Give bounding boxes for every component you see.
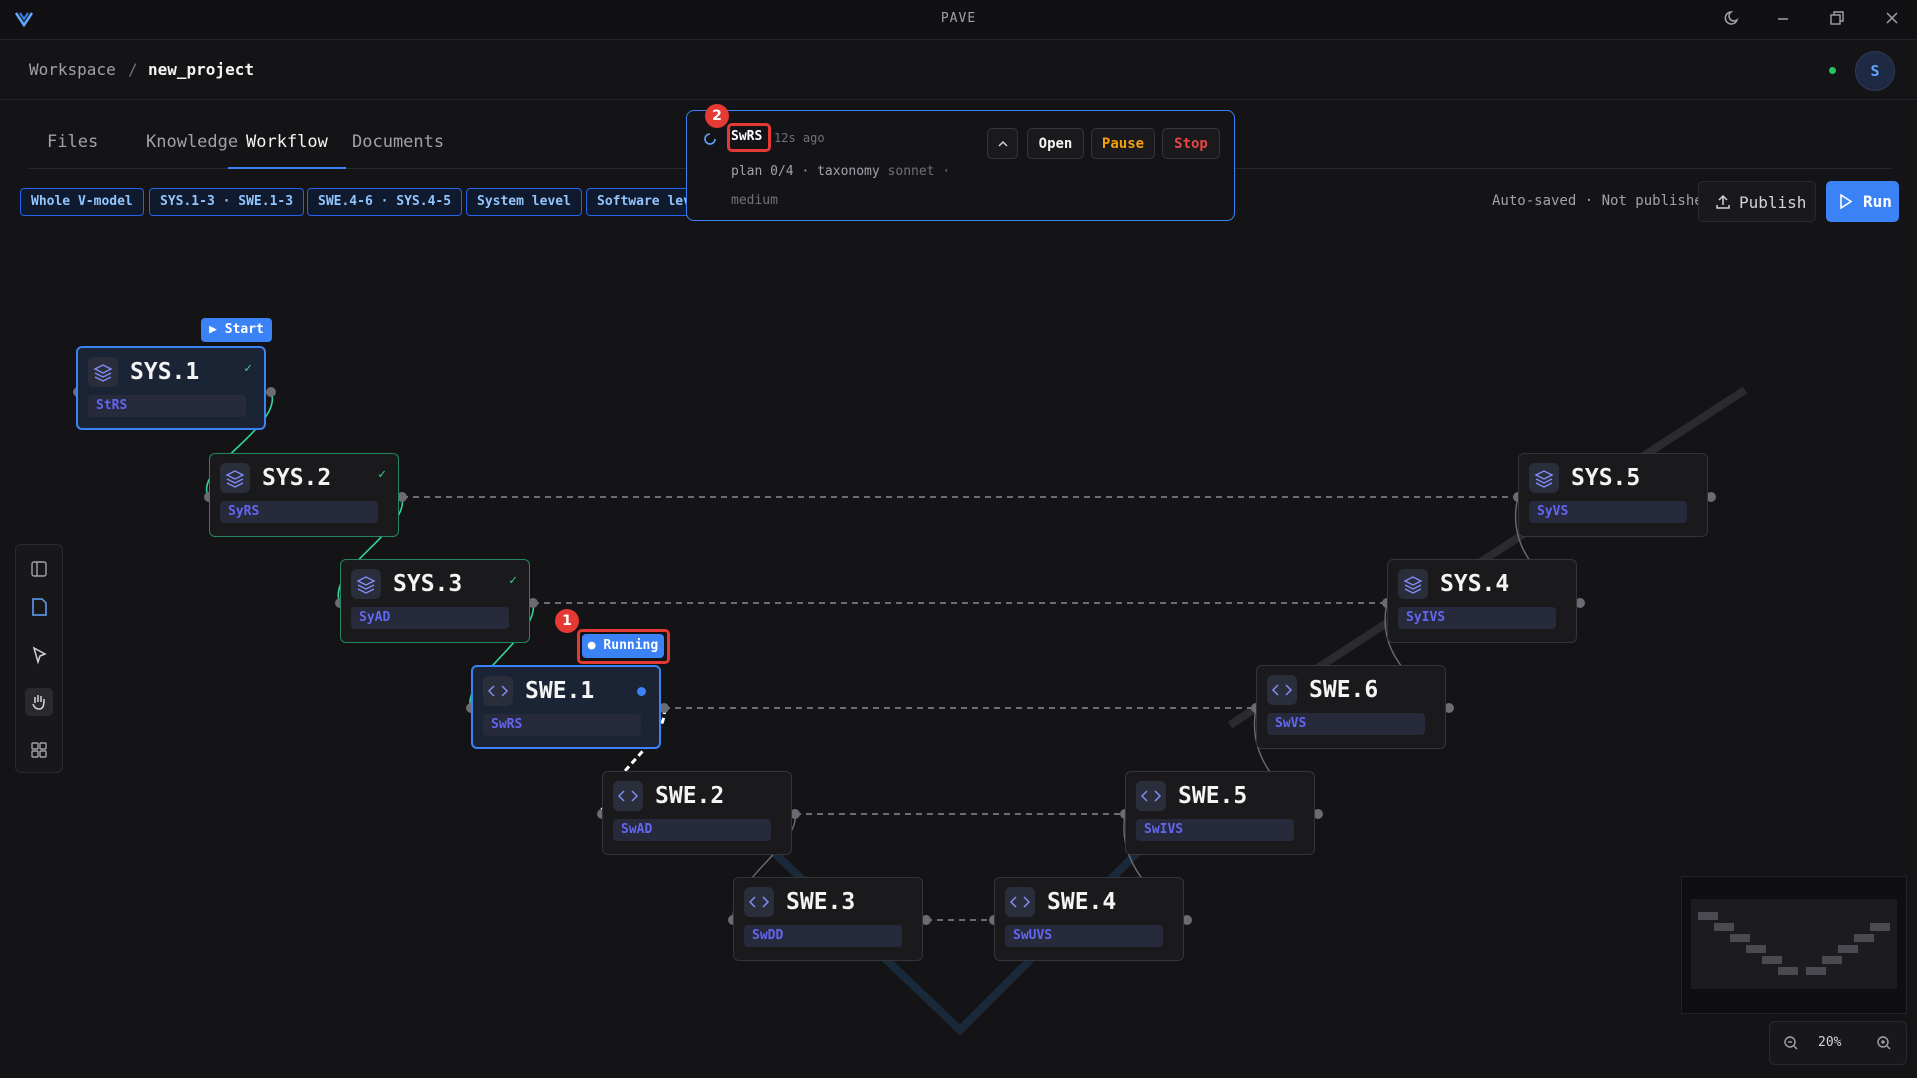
code-icon: [1267, 675, 1297, 705]
node-name: SWE.3: [786, 889, 856, 915]
hand-tool-button[interactable]: [25, 688, 53, 716]
node-artifact: StRS: [88, 395, 246, 417]
node-artifact: SyIVS: [1398, 607, 1556, 629]
node-swe2[interactable]: SWE.2 SwAD: [602, 771, 792, 855]
node-swe6[interactable]: SWE.6 SwVS: [1256, 665, 1446, 749]
layers-icon: [351, 569, 381, 599]
zoom-in-icon[interactable]: [1876, 1035, 1892, 1051]
layers-icon: [220, 463, 250, 493]
collapse-button[interactable]: [987, 128, 1018, 159]
pointer-tool-icon[interactable]: [25, 641, 53, 669]
node-artifact: SwAD: [613, 819, 771, 841]
popup-time: 12s ago: [774, 131, 825, 145]
marker-1: 1: [555, 609, 579, 633]
node-sys2[interactable]: SYS.2 ✓ SyRS: [209, 453, 399, 537]
layers-icon: [88, 357, 118, 387]
check-icon: ✓: [244, 361, 252, 376]
check-icon: ✓: [509, 573, 517, 588]
stop-button[interactable]: Stop: [1162, 128, 1220, 159]
canvas-toolbar: [15, 544, 63, 773]
layers-icon: [1529, 463, 1559, 493]
node-artifact: SwRS: [483, 714, 641, 736]
node-artifact: SyAD: [351, 607, 509, 629]
hand-tool-icon: [32, 695, 45, 710]
pause-button[interactable]: Pause: [1091, 128, 1155, 159]
popup-model: sonnet: [887, 164, 935, 179]
code-icon: [613, 781, 643, 811]
chevron-up-icon: [997, 140, 1008, 147]
grid-icon[interactable]: [25, 736, 53, 764]
spinner-icon: [704, 133, 716, 145]
check-icon: ✓: [378, 467, 386, 482]
node-swe5[interactable]: SWE.5 SwIVS: [1125, 771, 1315, 855]
zoom-level: 20%: [1818, 1035, 1842, 1050]
node-artifact: SyVS: [1529, 501, 1687, 523]
zoom-controls: 20%: [1769, 1021, 1907, 1065]
highlight-running: [577, 629, 670, 664]
node-artifact: SwDD: [744, 925, 902, 947]
popup-meta: plan 0/4 · taxonomy sonnet · medium: [731, 157, 961, 215]
node-name: SYS.4: [1440, 571, 1510, 597]
node-artifact: SwVS: [1267, 713, 1425, 735]
sidebar-toggle-icon[interactable]: [25, 555, 53, 583]
node-name: SYS.3: [393, 571, 463, 597]
node-swe4[interactable]: SWE.4 SwUVS: [994, 877, 1184, 961]
minimap-preview: [1691, 899, 1897, 989]
zoom-out-icon[interactable]: [1783, 1035, 1799, 1051]
minimap[interactable]: [1681, 876, 1907, 1014]
node-name: SWE.6: [1309, 677, 1379, 703]
start-badge: ▶ Start: [201, 318, 272, 342]
popup-plan: plan 0/4 · taxonomy: [731, 164, 880, 179]
node-sys4[interactable]: SYS.4 SyIVS: [1387, 559, 1577, 643]
node-sys1[interactable]: SYS.1 ✓ StRS: [76, 346, 266, 430]
document-icon[interactable]: [25, 593, 53, 621]
running-dot-icon: [637, 687, 646, 696]
node-swe3[interactable]: SWE.3 SwDD: [733, 877, 923, 961]
completed-links: [205, 391, 534, 709]
node-name: SWE.4: [1047, 889, 1117, 915]
layers-icon: [1398, 569, 1428, 599]
node-name: SYS.2: [262, 465, 332, 491]
code-icon: [483, 676, 513, 706]
node-artifact: SwUVS: [1005, 925, 1163, 947]
node-sys3[interactable]: SYS.3 ✓ SyAD: [340, 559, 530, 643]
open-button[interactable]: Open: [1027, 128, 1084, 159]
node-artifact: SwIVS: [1136, 819, 1294, 841]
node-name: SWE.1: [525, 678, 595, 704]
code-icon: [1005, 887, 1035, 917]
start-badge-label: Start: [224, 322, 264, 337]
code-icon: [1136, 781, 1166, 811]
run-popup: SwRS 12s ago plan 0/4 · taxonomy sonnet …: [686, 110, 1235, 221]
marker-2: 2: [705, 104, 729, 128]
node-sys5[interactable]: SYS.5 SyVS: [1518, 453, 1708, 537]
node-artifact: SyRS: [220, 501, 378, 523]
node-name: SYS.5: [1571, 465, 1641, 491]
code-icon: [744, 887, 774, 917]
node-name: SYS.1: [130, 359, 200, 385]
node-swe1[interactable]: SWE.1 SwRS: [471, 665, 661, 749]
popup-effort: medium: [731, 193, 778, 208]
popup-separator: ·: [942, 164, 951, 179]
highlight-popup-title: [727, 123, 771, 152]
node-name: SWE.2: [655, 783, 725, 809]
node-name: SWE.5: [1178, 783, 1248, 809]
